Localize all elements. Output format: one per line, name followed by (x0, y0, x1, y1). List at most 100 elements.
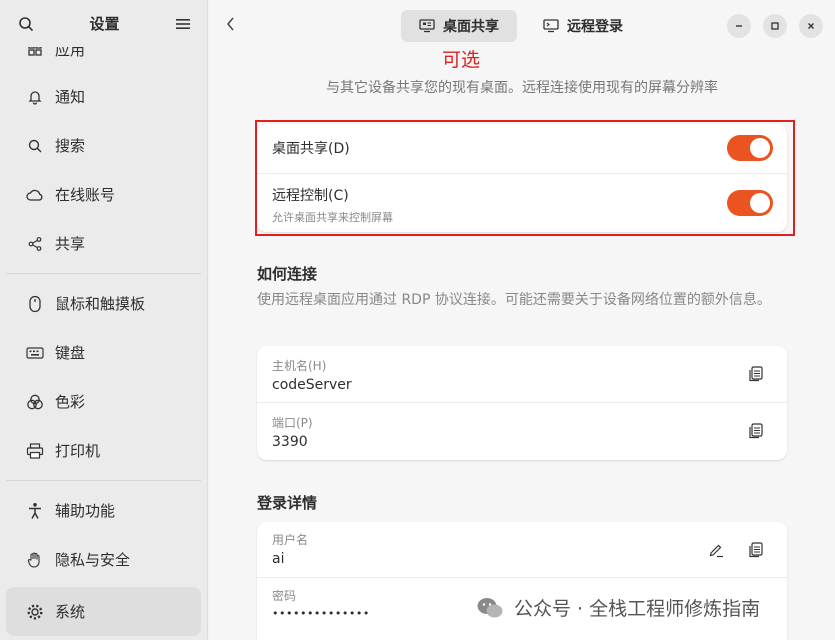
login-card: 用户名 ai 密码 •••••••••••••• (257, 522, 787, 640)
page-subtitle: 与其它设备共享您的现有桌面。远程连接使用现有的屏幕分辨率 (326, 80, 718, 96)
sidebar-item-label: 色彩 (55, 393, 86, 411)
hostname-label: 主机名(H) (272, 359, 327, 373)
sidebar-item-online-accounts[interactable]: 在线账号 (6, 170, 201, 219)
toggle-knob (750, 138, 770, 158)
sidebar-item-keyboard[interactable]: 键盘 (6, 328, 201, 377)
tab-remote-login[interactable]: 远程登录 (525, 10, 641, 42)
color-icon (26, 393, 44, 411)
sidebar-item-label: 通知 (55, 88, 86, 106)
sidebar-item-sharing[interactable]: 共享 (6, 219, 201, 268)
gear-icon (26, 603, 44, 621)
desktop-share-icon (419, 19, 435, 33)
copy-icon (749, 542, 763, 558)
tab-desktop-sharing[interactable]: 桌面共享 (401, 10, 517, 42)
hand-icon (26, 551, 44, 569)
toggle-knob (750, 193, 770, 213)
close-button[interactable] (799, 14, 823, 38)
close-icon (808, 23, 814, 29)
sidebar-list: 应用 通知 搜索 在线账号 共享 鼠标和触摸板 键盘 色彩 打印机 辅助功能 隐… (0, 26, 207, 636)
password-value: •••••••••••••• (272, 607, 370, 620)
chevron-left-icon (227, 17, 234, 31)
sidebar-item-search[interactable]: 搜索 (6, 121, 201, 170)
copy-port-button[interactable] (747, 422, 765, 440)
accessibility-icon (26, 502, 44, 520)
sidebar-item-label: 辅助功能 (55, 502, 116, 520)
port-text: 端口(P) 3390 (272, 414, 313, 450)
edit-icon (709, 544, 723, 558)
hostname-value: codeServer (272, 377, 352, 393)
connect-section-desc: 使用远程桌面应用通过 RDP 协议连接。可能还需要关于设备网络位置的额外信息。 (257, 292, 771, 308)
sidebar-item-label: 在线账号 (55, 186, 116, 204)
tab-label: 桌面共享 (443, 19, 499, 35)
port-row: 端口(P) 3390 (257, 403, 787, 460)
remote-control-row[interactable]: 远程控制(C) 允许桌面共享来控制屏幕 (257, 174, 787, 232)
password-label: 密码 (272, 589, 297, 603)
desktop-sharing-label: 桌面共享(D) (272, 141, 350, 157)
remote-login-icon (543, 19, 559, 33)
search-icon[interactable] (16, 14, 36, 34)
minimize-icon (736, 25, 742, 27)
port-label: 端口(P) (272, 416, 313, 430)
cloud-icon (26, 186, 44, 204)
copy-hostname-button[interactable] (747, 365, 765, 383)
tab-bar: 桌面共享 远程登录 (401, 10, 641, 42)
window-controls (727, 14, 823, 38)
sidebar-item-color[interactable]: 色彩 (6, 377, 201, 426)
sidebar-item-label: 搜索 (55, 137, 86, 155)
sidebar-item-label: 键盘 (55, 344, 86, 362)
copy-icon (749, 423, 763, 439)
connect-section-title: 如何连接 (257, 265, 318, 283)
maximize-icon (771, 22, 779, 30)
connect-card: 主机名(H) codeServer 端口(P) 3390 (257, 346, 787, 460)
sidebar-item-accessibility[interactable]: 辅助功能 (6, 486, 201, 535)
login-section-title: 登录详情 (257, 494, 318, 512)
search-icon (26, 137, 44, 155)
maximize-button[interactable] (763, 14, 787, 38)
sidebar-item-label: 系统 (55, 603, 86, 621)
username-value: ai (272, 551, 285, 567)
minimize-button[interactable] (727, 14, 751, 38)
sharing-toggles-card: 桌面共享(D) 远程控制(C) 允许桌面共享来控制屏幕 (257, 124, 787, 232)
sidebar-item-privacy[interactable]: 隐私与安全 (6, 535, 201, 584)
remote-control-toggle[interactable] (727, 190, 773, 216)
hostname-row: 主机名(H) codeServer (257, 346, 787, 403)
username-label: 用户名 (272, 533, 309, 547)
bell-icon (26, 88, 44, 106)
sidebar-item-label: 鼠标和触摸板 (55, 295, 146, 313)
sidebar-header: 设置 (0, 0, 207, 47)
sidebar-title: 设置 (89, 15, 120, 33)
back-button[interactable] (225, 16, 235, 37)
watermark: 公众号 · 全栈工程师修炼指南 (476, 594, 760, 621)
sidebar-separator (6, 273, 201, 274)
remote-control-label: 远程控制(C) (272, 188, 349, 204)
edit-username-button[interactable] (707, 541, 725, 559)
mouse-icon (26, 295, 44, 313)
header-bar: 桌面共享 远程登录 (209, 0, 835, 52)
desktop-sharing-row[interactable]: 桌面共享(D) (257, 124, 787, 174)
username-row: 用户名 ai (257, 522, 787, 578)
sidebar-item-printers[interactable]: 打印机 (6, 426, 201, 475)
menu-icon[interactable] (173, 14, 193, 34)
tab-label: 远程登录 (567, 19, 623, 35)
sidebar-item-mouse[interactable]: 鼠标和触摸板 (6, 279, 201, 328)
wechat-icon (477, 597, 503, 617)
desktop-sharing-toggle[interactable] (727, 135, 773, 161)
main-panel: 桌面共享 远程登录 可选 与其它设备共享您的现有桌面。远程连接使用现有的屏幕分辨… (209, 0, 835, 640)
annotation-optional: 可选 (442, 49, 481, 71)
sidebar-item-label: 共享 (55, 235, 86, 253)
sidebar-item-label: 打印机 (55, 442, 101, 460)
sidebar-item-system[interactable]: 系统 (6, 587, 201, 636)
hostname-text: 主机名(H) codeServer (272, 357, 352, 393)
remote-control-text: 远程控制(C) 允许桌面共享来控制屏幕 (272, 185, 393, 225)
port-value: 3390 (272, 434, 308, 450)
username-text: 用户名 ai (272, 531, 308, 567)
keyboard-icon (26, 344, 44, 362)
copy-username-button[interactable] (747, 541, 765, 559)
sidebar-item-label: 隐私与安全 (55, 551, 131, 569)
remote-control-sublabel: 允许桌面共享来控制屏幕 (272, 211, 393, 224)
sidebar-item-notifications[interactable]: 通知 (6, 72, 201, 121)
printer-icon (26, 442, 44, 460)
share-icon (26, 235, 44, 253)
sidebar: 设置 应用 通知 搜索 在线账号 共享 鼠标和触摸板 键盘 色彩 打印机 辅助功… (0, 0, 208, 640)
copy-icon (749, 366, 763, 382)
